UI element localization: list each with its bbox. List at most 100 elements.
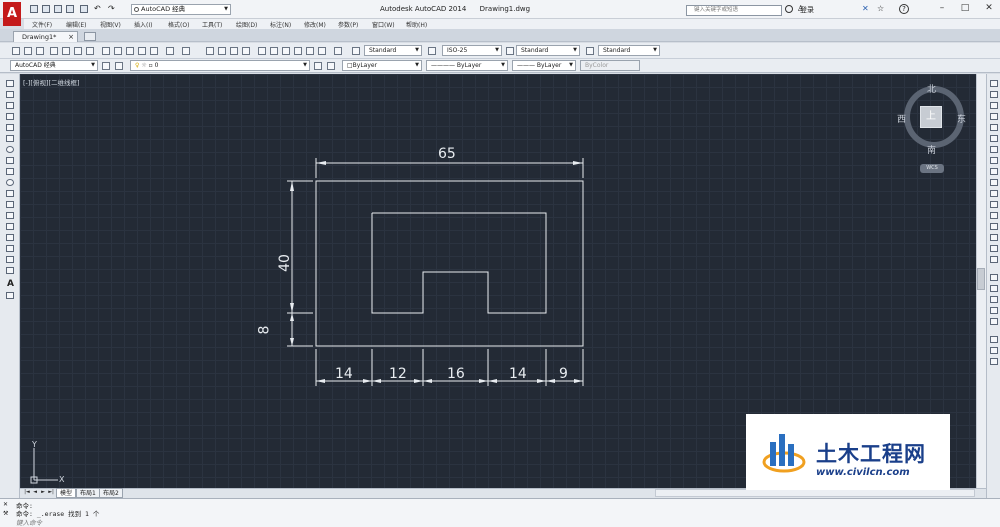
workspace-dropdown[interactable]: AutoCAD 经典 ▼: [131, 4, 231, 15]
login-link[interactable]: 登录: [800, 5, 814, 15]
dim-text-40[interactable]: 40: [277, 254, 293, 272]
color-dropdown[interactable]: □ByLayer ▼: [342, 60, 422, 71]
dims-front-icon[interactable]: [990, 318, 998, 325]
dim-text-8[interactable]: 8: [256, 326, 272, 335]
paste-icon[interactable]: [126, 47, 134, 55]
hatch-icon[interactable]: [6, 234, 14, 241]
tab-drawing1[interactable]: Drawing1* ×: [13, 31, 78, 42]
redo-icon[interactable]: ↷: [108, 4, 115, 13]
horizontal-scrollbar[interactable]: [655, 489, 975, 497]
multiline-text-icon[interactable]: A: [7, 279, 14, 289]
explode-icon[interactable]: [990, 256, 998, 263]
vertical-scroll-thumb[interactable]: [977, 268, 985, 290]
match-properties-icon[interactable]: [138, 47, 146, 55]
multileader-style-dropdown[interactable]: Standard ▼: [598, 45, 660, 56]
zoom-realtime-icon[interactable]: [218, 47, 226, 55]
menu-help[interactable]: 帮助(H): [406, 20, 427, 29]
move-icon[interactable]: [990, 135, 998, 142]
fillet-icon[interactable]: [990, 234, 998, 241]
maximize-button[interactable]: □: [958, 3, 972, 15]
dim-text-65[interactable]: 65: [438, 146, 456, 162]
menu-modify[interactable]: 修改(M): [304, 20, 326, 29]
chamfer-icon[interactable]: [990, 223, 998, 230]
sheet-set-icon[interactable]: [294, 47, 302, 55]
dim-text-9[interactable]: 9: [559, 366, 568, 382]
menu-format[interactable]: 格式(O): [168, 20, 189, 29]
compass-west[interactable]: 西: [897, 112, 906, 125]
compass-east[interactable]: 东: [957, 112, 966, 125]
compass-south[interactable]: 南: [927, 143, 936, 156]
layer-properties-icon[interactable]: [115, 62, 123, 70]
tab-layout1[interactable]: 布局1: [76, 488, 100, 498]
menu-edit[interactable]: 编辑(E): [66, 20, 86, 29]
zoom-previous-icon[interactable]: [242, 47, 250, 55]
trim-icon[interactable]: [990, 179, 998, 186]
new-icon[interactable]: [30, 5, 38, 13]
open-icon[interactable]: [24, 47, 32, 55]
scale-icon[interactable]: [990, 157, 998, 164]
point-icon[interactable]: [6, 223, 14, 230]
make-current-icon[interactable]: [314, 62, 322, 70]
gradient-icon[interactable]: [6, 245, 14, 252]
open-icon[interactable]: [42, 5, 50, 13]
menu-tools[interactable]: 工具(T): [202, 20, 222, 29]
new-tab-button[interactable]: [84, 32, 96, 41]
leaders-front-icon[interactable]: [990, 347, 998, 354]
stretch-icon[interactable]: [990, 168, 998, 175]
search-input[interactable]: 键入关键字或短语: [686, 5, 782, 16]
help-icon[interactable]: [334, 47, 342, 55]
copy-icon[interactable]: [990, 91, 998, 98]
revision-cloud-icon[interactable]: [6, 157, 14, 164]
text-style-dropdown[interactable]: Standard ▼: [364, 45, 422, 56]
blend-icon[interactable]: [990, 245, 998, 252]
layer-previous-icon[interactable]: [327, 62, 335, 70]
block-editor-icon[interactable]: [150, 47, 158, 55]
design-center-icon[interactable]: [270, 47, 278, 55]
close-button[interactable]: ✕: [982, 3, 996, 15]
menu-dimension[interactable]: 标注(N): [270, 20, 291, 29]
annotations-front-icon[interactable]: [990, 358, 998, 365]
wcs-menu-button[interactable]: WCS: [920, 164, 944, 173]
publish-icon[interactable]: [74, 47, 82, 55]
workspace-combo[interactable]: AutoCAD 经典 ▼: [10, 60, 98, 71]
menu-parameters[interactable]: 参数(P): [338, 20, 358, 29]
print-icon[interactable]: [50, 47, 58, 55]
menu-insert[interactable]: 插入(I): [134, 20, 152, 29]
3d-print-icon[interactable]: [86, 47, 94, 55]
star-icon[interactable]: ☆: [877, 4, 884, 13]
search-icon[interactable]: [785, 5, 793, 13]
command-input[interactable]: 键入命令: [16, 517, 976, 527]
help-icon[interactable]: ?: [899, 4, 909, 14]
viewcube-top-face[interactable]: 上: [920, 106, 942, 128]
first-tab-icon[interactable]: |◄: [24, 489, 30, 496]
autocad-logo-icon[interactable]: A: [3, 2, 21, 26]
viewport-controls[interactable]: [-][俯视][二维线框]: [23, 77, 80, 87]
compass-north[interactable]: 北: [927, 82, 936, 95]
construction-line-icon[interactable]: [6, 91, 14, 98]
redo-icon[interactable]: [182, 47, 190, 55]
markup-icon[interactable]: [306, 47, 314, 55]
ellipse-arc-icon[interactable]: [6, 190, 14, 197]
rotate-icon[interactable]: [990, 146, 998, 153]
exchange-icon[interactable]: ✕: [862, 4, 869, 13]
hatch-back-icon[interactable]: [990, 336, 998, 343]
insert-block-icon[interactable]: [6, 201, 14, 208]
tab-model[interactable]: 模型: [56, 488, 77, 498]
dim-text-14b[interactable]: 14: [509, 366, 527, 382]
lineweight-dropdown[interactable]: ——— ByLayer ▼: [512, 60, 576, 71]
print-preview-icon[interactable]: [62, 47, 70, 55]
zoom-window-icon[interactable]: [230, 47, 238, 55]
menu-view[interactable]: 视图(V): [100, 20, 121, 29]
mirror-icon[interactable]: [990, 102, 998, 109]
send-back-icon[interactable]: [990, 296, 998, 303]
offset-icon[interactable]: [990, 113, 998, 120]
cut-icon[interactable]: [102, 47, 110, 55]
menu-file[interactable]: 文件(F): [32, 20, 52, 29]
rectangle-icon[interactable]: [6, 124, 14, 131]
ellipse-icon[interactable]: [6, 179, 14, 186]
menu-window[interactable]: 窗口(W): [372, 20, 395, 29]
circle-icon[interactable]: [6, 146, 14, 153]
prev-tab-icon[interactable]: ◄: [32, 489, 38, 496]
undo-icon[interactable]: [166, 47, 174, 55]
arc-icon[interactable]: [6, 135, 14, 142]
